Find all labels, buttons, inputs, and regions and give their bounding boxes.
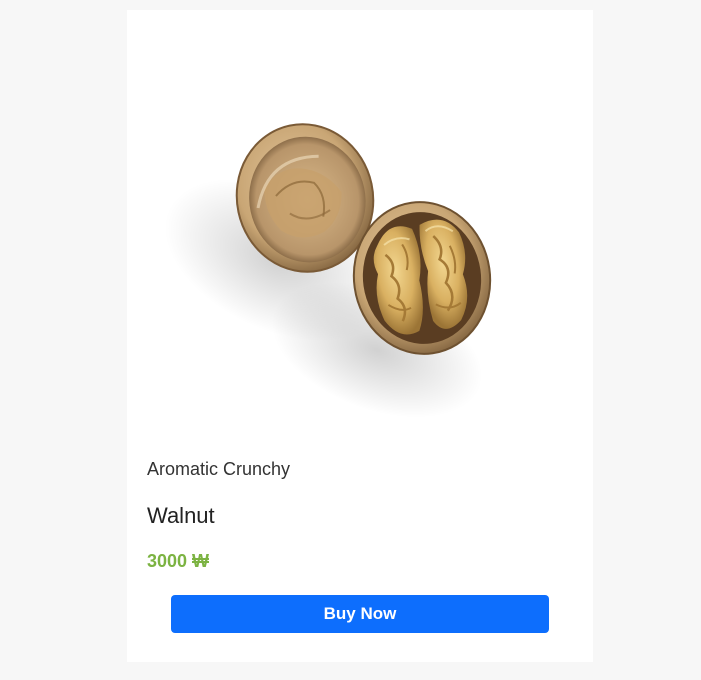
product-subtitle: Aromatic Crunchy	[147, 459, 291, 479]
product-image	[127, 10, 593, 450]
product-name: Walnut	[147, 503, 215, 528]
product-card: Aromatic Crunchy Walnut 3000 ₩ Buy Now	[127, 10, 593, 662]
buy-now-button[interactable]: Buy Now	[171, 595, 549, 633]
product-price: 3000 ₩	[147, 551, 210, 571]
walnut-image	[164, 123, 492, 418]
